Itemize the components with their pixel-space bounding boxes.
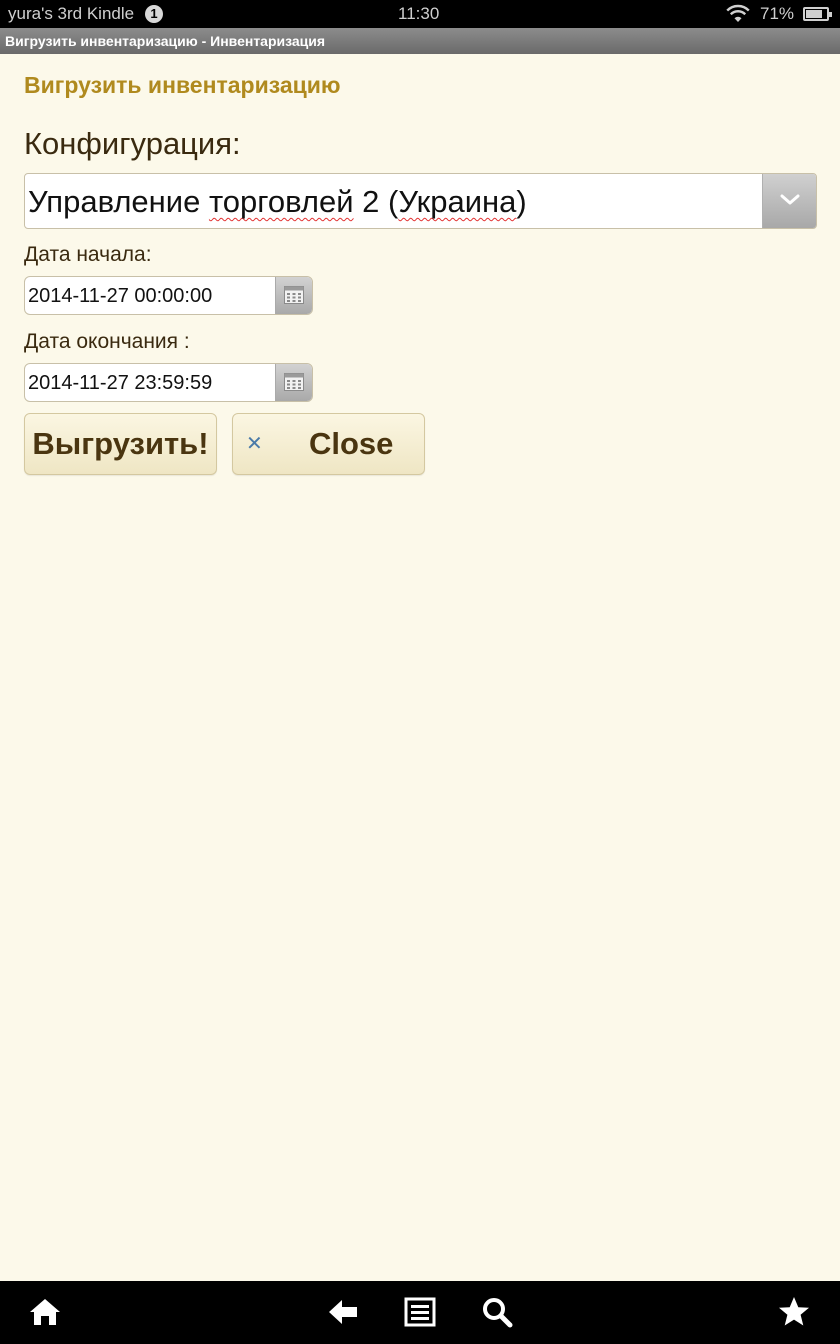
battery-icon: [803, 7, 832, 21]
search-icon[interactable]: [480, 1295, 514, 1329]
end-date-field[interactable]: 2014-11-27 23:59:59: [24, 363, 313, 402]
back-icon[interactable]: [326, 1295, 360, 1329]
form-heading: Вигрузить инвентаризацию: [24, 72, 341, 98]
end-date-calendar-button[interactable]: [275, 364, 312, 401]
close-button[interactable]: ✕ Close: [232, 413, 425, 475]
export-button[interactable]: Выгрузить!: [24, 413, 217, 475]
calendar-icon: [284, 373, 304, 391]
close-icon: ✕: [246, 433, 263, 455]
close-button-label: Close: [309, 426, 394, 461]
end-date-label: Дата окончания :: [24, 330, 190, 353]
dropdown-button[interactable]: [762, 174, 816, 228]
calendar-icon: [284, 286, 304, 304]
configuration-value: Управление торговлей 2 (Украина): [28, 184, 527, 219]
battery-percent: 71%: [760, 4, 795, 23]
start-date-field[interactable]: 2014-11-27 00:00:00: [24, 276, 313, 315]
configuration-select[interactable]: Управление торговлей 2 (Украина): [24, 173, 817, 229]
window-title: Вигрузить инвентаризацию - Инвентаризаци…: [0, 28, 840, 54]
favorites-icon[interactable]: [777, 1295, 811, 1329]
navigation-bar: [0, 1281, 840, 1344]
clock: 11:30: [398, 4, 440, 23]
chevron-down-icon: [780, 194, 800, 205]
start-date-label: Дата начала:: [24, 243, 152, 266]
start-date-value: 2014-11-27 00:00:00: [28, 285, 213, 307]
notification-badge[interactable]: 1: [145, 5, 163, 23]
end-date-value: 2014-11-27 23:59:59: [28, 372, 213, 394]
device-name: yura's 3rd Kindle: [8, 4, 135, 23]
configuration-label: Конфигурация:: [24, 126, 241, 161]
start-date-calendar-button[interactable]: [275, 277, 312, 314]
menu-icon[interactable]: [403, 1295, 437, 1329]
wifi-icon: [726, 4, 750, 22]
status-bar: yura's 3rd Kindle 1 11:30 71%: [0, 0, 840, 28]
home-icon[interactable]: [28, 1295, 62, 1329]
